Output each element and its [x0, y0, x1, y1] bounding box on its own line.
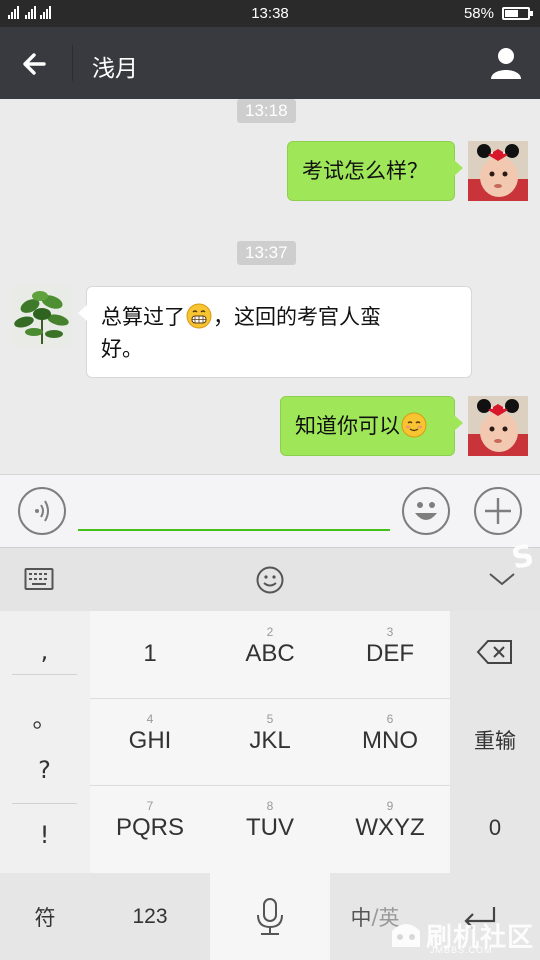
avatar-image: [12, 286, 72, 346]
grinning-emoji-icon: [186, 303, 212, 329]
my-avatar[interactable]: [468, 396, 528, 456]
lang-zh: 中: [350, 905, 372, 930]
timestamp: 13:18: [237, 99, 296, 123]
avatar-image: [468, 396, 528, 456]
emoji-panel-icon[interactable]: [255, 565, 285, 595]
battery-percent: 58%: [463, 5, 494, 22]
chat-title: 浅月: [92, 56, 138, 82]
my-avatar[interactable]: [468, 141, 528, 201]
keyboard-icon[interactable]: [24, 567, 54, 591]
message-bubble-sent[interactable]: 考试怎么样？: [287, 141, 463, 201]
message-text: 考试怎么样？: [302, 159, 428, 183]
key-0[interactable]: 0: [450, 815, 540, 841]
person-icon: [491, 48, 521, 79]
backspace-key[interactable]: [450, 639, 540, 669]
key-mno[interactable]: 6 MNO: [330, 712, 450, 756]
punctuation-column: , 。 ? !: [0, 611, 90, 873]
key-pqrs[interactable]: 7 PQRS: [90, 799, 210, 843]
voice-button[interactable]: [18, 487, 66, 535]
watermark-icon: [392, 924, 420, 947]
message-text: 知道你可以: [295, 414, 400, 438]
battery-icon: [502, 7, 533, 20]
key-ghi[interactable]: 4 GHI: [90, 712, 210, 756]
title-divider: [72, 45, 73, 81]
message-bubble-received[interactable]: 总算过了 ，这回的考官人蛮 好。: [78, 286, 472, 378]
space-key[interactable]: [210, 873, 330, 960]
message-input[interactable]: [78, 487, 390, 531]
number-key[interactable]: 123: [90, 873, 210, 960]
title-bar: 浅月: [0, 27, 540, 99]
key-def[interactable]: 3 DEF: [330, 625, 450, 669]
message-bubble-sent[interactable]: 知道你可以: [280, 396, 463, 456]
message-text: 好。: [101, 337, 143, 361]
smiley-icon: [415, 502, 437, 520]
keyboard: , 。 ? ! 1 2 ABC 3 DEF 4 GHI 5 JKL 6 MNO …: [0, 611, 540, 960]
punct-key[interactable]: ?: [12, 756, 77, 784]
key-1[interactable]: 1: [90, 625, 210, 669]
message-text: ，这回的考官人蛮: [213, 305, 381, 329]
message-text: 总算过了: [101, 305, 185, 329]
arrow-left-icon: [23, 53, 46, 75]
status-time: 13:38: [251, 5, 289, 22]
key-wxyz[interactable]: 9 WXYZ: [330, 799, 450, 843]
chevron-down-icon[interactable]: [488, 570, 516, 588]
backspace-icon: [476, 640, 512, 664]
lang-separator: /: [371, 904, 379, 929]
add-button[interactable]: [474, 487, 522, 535]
reenter-key[interactable]: 重输: [450, 725, 540, 755]
punct-key[interactable]: !: [12, 821, 77, 849]
microphone-icon: [257, 897, 283, 935]
punct-key[interactable]: ,: [12, 637, 77, 665]
plus-icon: [485, 498, 511, 524]
keyboard-toolbar: [0, 547, 540, 611]
watermark-logo: 刷机社区 JMBBS.COM: [388, 915, 538, 960]
contact-avatar[interactable]: [12, 286, 72, 346]
function-column: 重输 0: [450, 611, 540, 873]
key-tuv[interactable]: 8 TUV: [210, 799, 330, 843]
profile-button[interactable]: [488, 45, 524, 81]
symbol-key[interactable]: 符: [0, 873, 90, 960]
emoji-button[interactable]: [402, 487, 450, 535]
punct-key[interactable]: 。: [12, 699, 77, 734]
watermark-subtext: JMBBS.COM: [430, 945, 493, 955]
timestamp: 13:37: [237, 241, 296, 265]
input-bar: [0, 474, 540, 547]
back-button[interactable]: [14, 44, 58, 84]
smiling-emoji-icon: [401, 412, 427, 438]
key-abc[interactable]: 2 ABC: [210, 625, 330, 669]
avatar-image: [468, 141, 528, 201]
status-bar: 13:38 58%: [0, 0, 540, 27]
voice-icon: [35, 500, 49, 522]
key-jkl[interactable]: 5 JKL: [210, 712, 330, 756]
